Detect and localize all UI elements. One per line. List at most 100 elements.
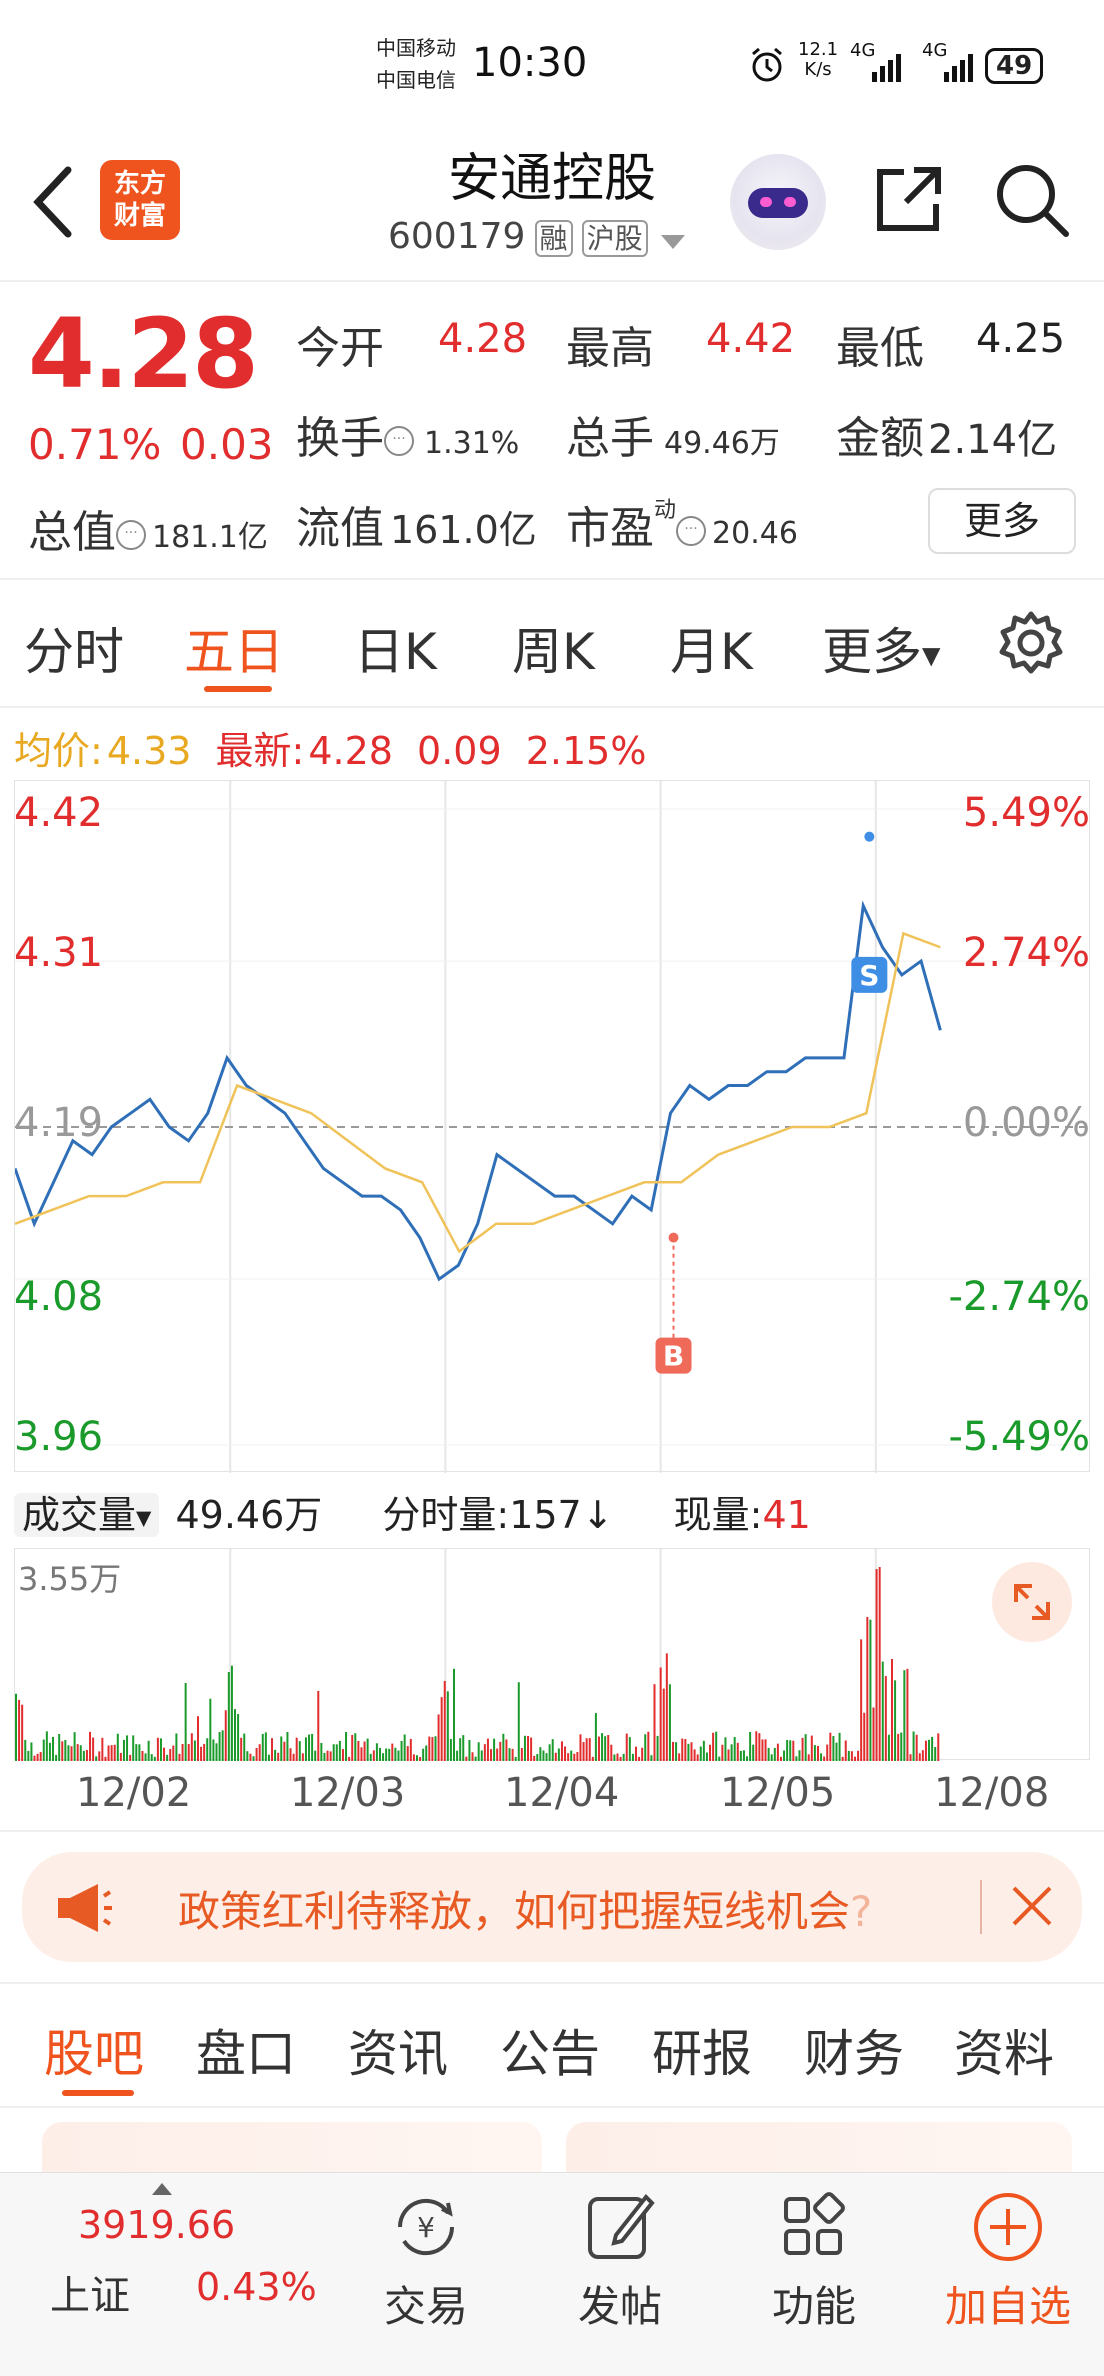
buy-marker-label: B	[663, 1340, 684, 1373]
volume-bar	[705, 1752, 708, 1761]
volume-bar	[579, 1734, 582, 1761]
functions-grid-icon[interactable]	[774, 2187, 854, 2267]
volume-selector[interactable]: 成交量▼	[14, 1493, 160, 1537]
expand-icon[interactable]	[992, 1562, 1072, 1642]
trade-label[interactable]: 交易	[366, 2273, 486, 2334]
add-watchlist-icon[interactable]	[968, 2187, 1048, 2267]
volume-bar	[536, 1754, 539, 1761]
volume-bar	[425, 1745, 428, 1761]
volume-bar	[471, 1752, 474, 1761]
volume-bar	[866, 1616, 869, 1761]
volume-bar	[240, 1737, 243, 1761]
promo-banner[interactable]: 政策红利待释放，如何把握短线机会?	[22, 1852, 1082, 1962]
tab-forum[interactable]: 股吧	[44, 2014, 144, 2086]
add-watchlist-label[interactable]: 加自选	[928, 2273, 1088, 2334]
tab-announcements[interactable]: 公告	[500, 2014, 600, 2086]
volume-bar	[311, 1733, 314, 1761]
tab-orderbook[interactable]: 盘口	[196, 2014, 296, 2086]
functions-label[interactable]: 功能	[754, 2273, 874, 2334]
volume-bar	[749, 1732, 752, 1761]
volume-bar	[881, 1661, 884, 1761]
volume-bar	[505, 1739, 508, 1761]
volume-bar	[761, 1739, 764, 1761]
volume-bar	[45, 1731, 48, 1761]
volume-bar	[89, 1731, 92, 1761]
volume-bar	[73, 1732, 76, 1761]
volume-bar	[891, 1659, 894, 1761]
date-label-3: 12/05	[720, 1770, 836, 1816]
volume-bar	[150, 1754, 153, 1761]
volume-bar	[779, 1756, 782, 1761]
tab-five-day[interactable]: 五日	[184, 612, 284, 684]
volume-bar	[921, 1750, 924, 1761]
volume-bar	[82, 1750, 85, 1761]
volume-chart[interactable]	[14, 1548, 1090, 1761]
volume-bar	[742, 1750, 745, 1761]
volume-bar	[446, 1691, 449, 1761]
index-value[interactable]: 3919.66	[78, 2203, 235, 2247]
volume-bar	[804, 1734, 807, 1761]
tab-daily-k[interactable]: 日K	[354, 612, 437, 684]
volume-bar	[237, 1713, 240, 1761]
back-button[interactable]	[28, 164, 78, 251]
volume-bar	[465, 1756, 468, 1761]
tab-weekly-k[interactable]: 周K	[512, 612, 595, 684]
more-dots-icon: ···	[116, 520, 146, 550]
volume-bar	[724, 1737, 727, 1761]
chevron-down-icon	[659, 233, 687, 255]
tab-monthly-k[interactable]: 月K	[670, 612, 753, 684]
tab-intraday[interactable]: 分时	[24, 612, 124, 684]
volume-bar	[678, 1753, 681, 1761]
ai-assistant-avatar[interactable]	[730, 154, 826, 250]
close-icon[interactable]	[1008, 1882, 1056, 1930]
volume-bar	[841, 1756, 844, 1761]
trade-icon[interactable]: ¥	[386, 2187, 466, 2267]
post-icon[interactable]	[580, 2187, 660, 2267]
search-icon[interactable]	[992, 160, 1072, 240]
low-label: 最低	[836, 323, 924, 374]
volume-bar	[317, 1690, 320, 1761]
price-line	[15, 900, 942, 1282]
volume-bar	[200, 1746, 203, 1761]
volume-bar	[924, 1740, 927, 1761]
tab-finance[interactable]: 财务	[804, 2014, 904, 2086]
current-price: 4.28	[28, 298, 259, 410]
volume-bar	[153, 1756, 156, 1761]
axis-left-0: 4.42	[14, 790, 104, 836]
volume-bar	[665, 1653, 668, 1761]
volume-bar	[169, 1749, 172, 1761]
tab-news[interactable]: 资讯	[348, 2014, 448, 2086]
volume-bar	[107, 1745, 110, 1761]
volume-bar	[903, 1670, 906, 1761]
volume-bar	[360, 1747, 363, 1761]
volume-bar	[292, 1753, 295, 1761]
share-icon[interactable]	[870, 162, 946, 238]
volume-bar	[271, 1738, 274, 1761]
alarm-icon	[748, 46, 786, 84]
volume-bar	[283, 1741, 286, 1761]
volume-bar	[906, 1668, 909, 1761]
volume-bar	[166, 1754, 169, 1761]
post-label[interactable]: 发帖	[560, 2273, 680, 2334]
volume-bar	[486, 1738, 489, 1761]
clock: 10:30	[472, 40, 588, 86]
tab-profile[interactable]: 资料	[954, 2014, 1054, 2086]
price-chart[interactable]: BS	[14, 780, 1091, 1473]
volume-bar	[622, 1753, 625, 1761]
volume-bar	[190, 1733, 193, 1761]
volume-bar	[875, 1569, 878, 1761]
axis-left-3: 4.08	[14, 1274, 104, 1320]
volume-bar	[909, 1754, 912, 1761]
volume-bar	[591, 1756, 594, 1761]
tab-research[interactable]: 研报	[652, 2014, 752, 2086]
low-value: 4.25	[976, 316, 1066, 362]
volume-bar	[693, 1749, 696, 1761]
stock-code-row[interactable]: 600179 融 沪股	[388, 216, 687, 257]
volume-bar	[937, 1733, 940, 1761]
tab-more[interactable]: 更多▼	[822, 612, 940, 684]
volume-bar	[798, 1750, 801, 1761]
more-button[interactable]: 更多	[928, 488, 1076, 554]
volume-bar	[212, 1739, 215, 1761]
settings-gear-icon[interactable]	[996, 608, 1066, 678]
volume-bar	[335, 1744, 338, 1761]
